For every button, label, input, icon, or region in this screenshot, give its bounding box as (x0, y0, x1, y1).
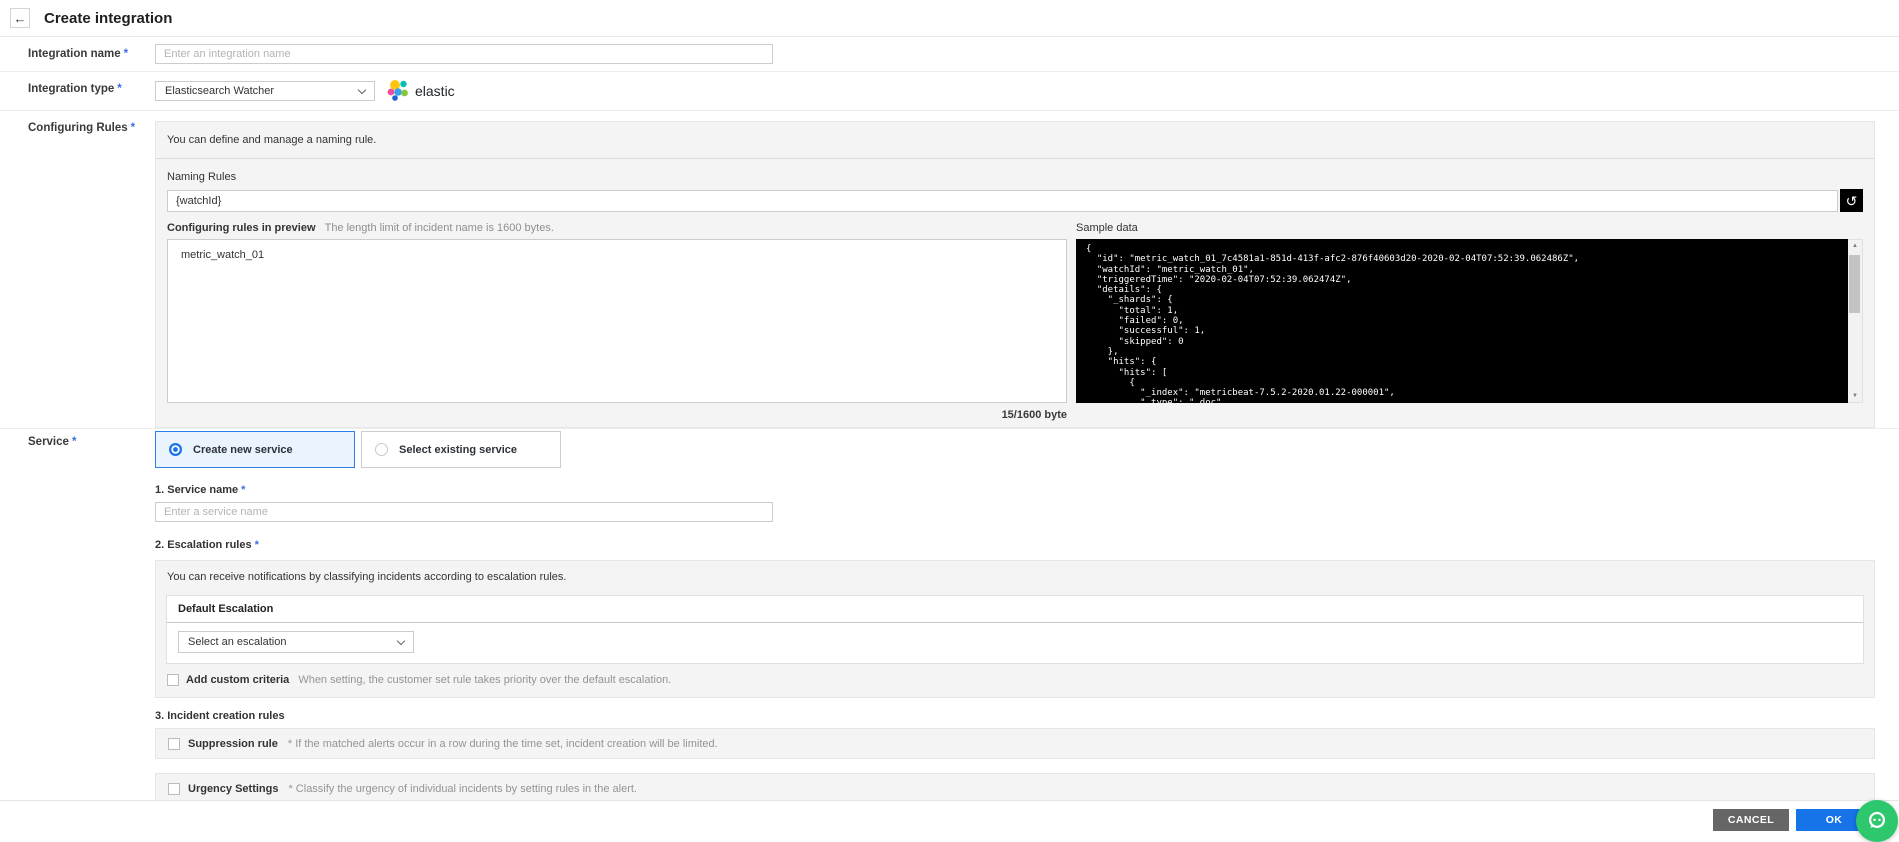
naming-rules-input[interactable] (167, 190, 1838, 212)
integration-type-row: Integration type* Elasticsearch Watcher … (0, 72, 1899, 111)
sample-data-box: { "id": "metric_watch_01_7c4581a1-851d-4… (1076, 239, 1863, 403)
urgency-settings-hint: * Classify the urgency of individual inc… (288, 783, 637, 795)
chat-smiley-icon (1864, 808, 1890, 834)
chat-widget-button[interactable] (1856, 800, 1898, 842)
service-row: Service* Create new service Select exist… (0, 429, 1899, 804)
reset-icon: ↺ (1846, 194, 1858, 208)
escalation-select-value: Select an escalation (188, 636, 286, 648)
configuring-rules-row: Configuring Rules* You can define and ma… (0, 111, 1899, 429)
required-asterisk: * (131, 122, 135, 134)
required-asterisk: * (117, 83, 121, 95)
escalation-panel: You can receive notifications by classif… (155, 560, 1875, 698)
page-title: Create integration (44, 10, 172, 27)
service-name-heading: 1. Service name* (155, 484, 1875, 496)
configuring-rules-panel: You can define and manage a naming rule.… (155, 121, 1875, 428)
configuring-rules-label: Configuring Rules* (0, 111, 155, 428)
select-existing-service-option[interactable]: Select existing service (361, 431, 561, 468)
incident-creation-rules-heading: 3. Incident creation rules (155, 710, 1875, 722)
escalation-intro: You can receive notifications by classif… (156, 561, 1874, 595)
radio-selected-icon[interactable] (169, 443, 182, 456)
scrollbar-thumb[interactable] (1849, 255, 1860, 313)
add-custom-criteria-hint: When setting, the customer set rule take… (298, 674, 671, 686)
top-bar: ← Create integration (0, 0, 1899, 37)
add-custom-criteria-row: Add custom criteria When setting, the cu… (156, 664, 1874, 697)
preview-value: metric_watch_01 (181, 249, 264, 261)
integration-type-value: Elasticsearch Watcher (165, 85, 274, 97)
rules-preview-box: metric_watch_01 (167, 239, 1067, 403)
required-asterisk: * (241, 484, 245, 496)
suppression-rule-hint: * If the matched alerts occur in a row d… (288, 738, 718, 750)
suppression-rule-label: Suppression rule (188, 738, 278, 750)
integration-name-input[interactable] (155, 44, 773, 64)
integration-name-row: Integration name* (0, 37, 1899, 72)
escalation-select[interactable]: Select an escalation (178, 631, 414, 653)
escalation-rules-heading: 2. Escalation rules* (155, 539, 1875, 551)
sample-json: { "id": "metric_watch_01_7c4581a1-851d-4… (1086, 244, 1848, 403)
add-custom-criteria-checkbox[interactable] (167, 674, 179, 686)
sample-data-label: Sample data (1076, 222, 1138, 234)
naming-rules-label: Naming Rules (167, 171, 1863, 183)
urgency-settings-checkbox[interactable] (168, 783, 180, 795)
preview-caption: Configuring rules in preview (167, 222, 316, 234)
integration-name-label: Integration name* (0, 37, 155, 71)
suppression-rule-checkbox[interactable] (168, 738, 180, 750)
service-label: Service* (0, 429, 155, 804)
scroll-up-icon[interactable]: ▲ (1848, 240, 1862, 252)
default-escalation-box: Default Escalation Select an escalation (166, 595, 1864, 664)
back-button[interactable]: ← (10, 8, 30, 28)
chevron-down-icon (358, 85, 366, 93)
sample-data-scrollbar[interactable]: ▲ ▼ (1848, 239, 1863, 403)
required-asterisk: * (72, 436, 76, 448)
cancel-button[interactable]: CANCEL (1713, 809, 1789, 831)
integration-type-select[interactable]: Elasticsearch Watcher (155, 81, 375, 101)
back-arrow-icon: ← (14, 12, 27, 25)
elastic-logo-icon (386, 79, 410, 103)
footer-bar: CANCEL OK (0, 800, 1899, 839)
default-escalation-header: Default Escalation (167, 596, 1863, 623)
reset-naming-rule-button[interactable]: ↺ (1840, 189, 1863, 212)
suppression-rule-bar: Suppression rule * If the matched alerts… (155, 728, 1875, 759)
scroll-down-icon[interactable]: ▼ (1848, 390, 1862, 402)
required-asterisk: * (255, 539, 259, 551)
urgency-settings-label: Urgency Settings (188, 783, 278, 795)
elastic-wordmark: elastic (415, 83, 455, 99)
radio-unselected-icon[interactable] (375, 443, 388, 456)
chevron-down-icon (397, 636, 405, 644)
required-asterisk: * (124, 48, 128, 60)
elastic-logo: elastic (386, 79, 455, 103)
add-custom-criteria-label: Add custom criteria (186, 674, 289, 686)
byte-counter: 15/1600 byte (167, 409, 1067, 421)
preview-hint: The length limit of incident name is 160… (325, 222, 554, 234)
integration-type-label: Integration type* (0, 72, 155, 110)
create-new-service-option[interactable]: Create new service (155, 431, 355, 468)
naming-rule-intro: You can define and manage a naming rule. (156, 122, 1874, 159)
service-name-input[interactable] (155, 502, 773, 522)
